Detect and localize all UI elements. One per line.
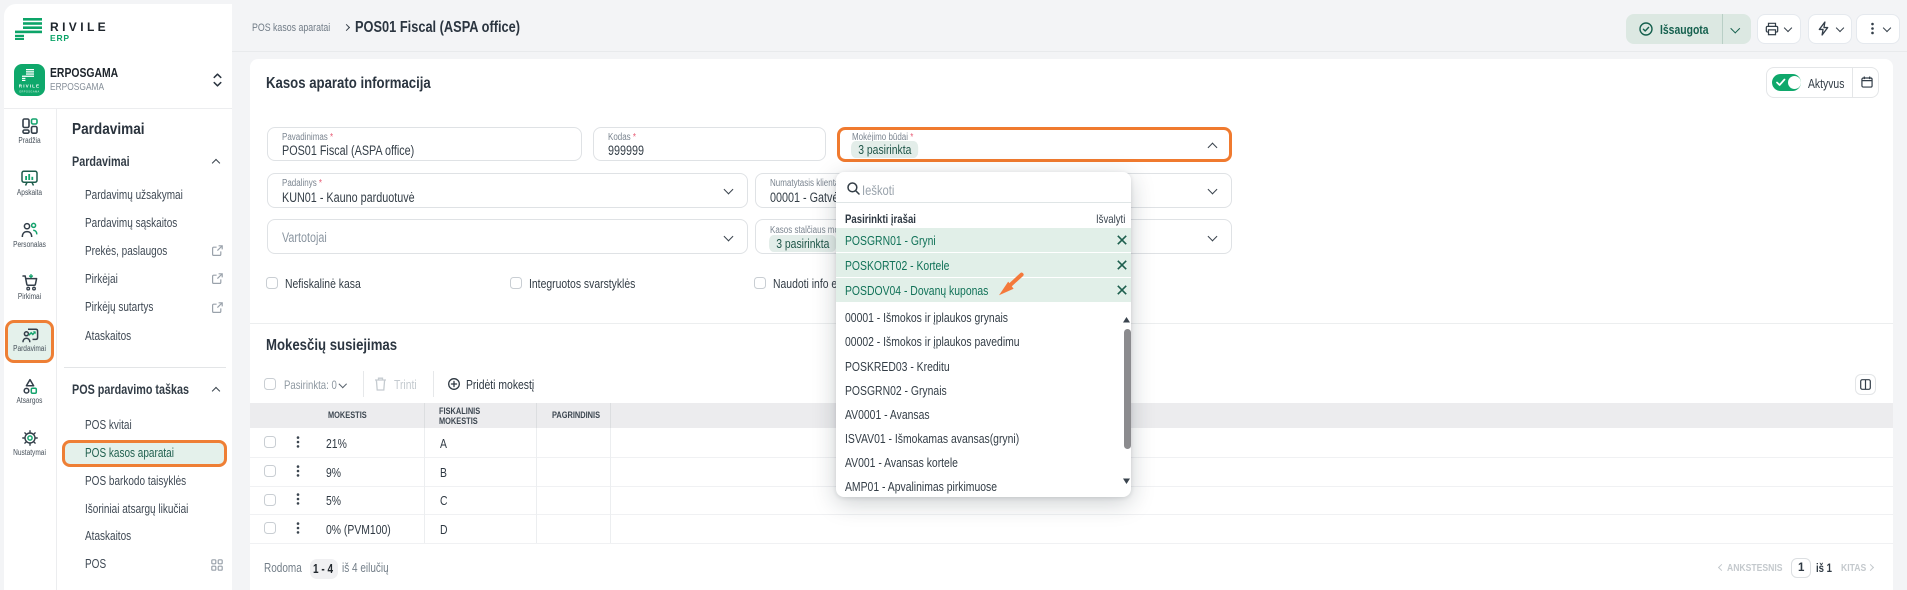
svg-text:ERPOSGAMA: ERPOSGAMA [19,90,39,94]
svg-text:RIVILE: RIVILE [19,84,40,89]
